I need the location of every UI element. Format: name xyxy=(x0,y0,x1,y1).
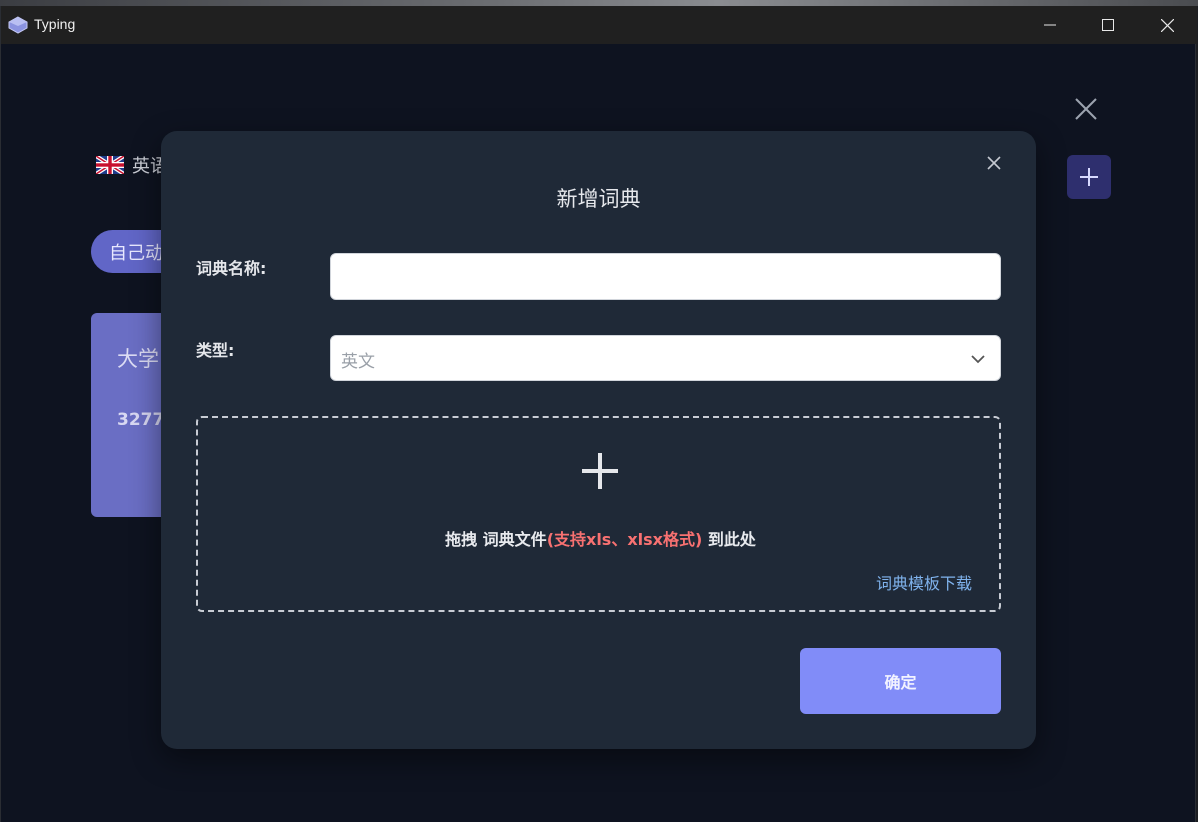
maximize-icon xyxy=(1102,19,1114,31)
drop-format-hint: (支持xls、xlsx格式) xyxy=(546,530,703,549)
add-dictionary-button[interactable] xyxy=(1067,155,1111,199)
upload-plus-icon xyxy=(582,453,618,489)
plus-icon xyxy=(1080,168,1098,186)
dialog-close-icon[interactable] xyxy=(984,153,1004,173)
drop-text-suffix: 到此处 xyxy=(702,530,756,549)
template-download-link[interactable]: 词典模板下载 xyxy=(876,570,972,594)
title-bar: Typing xyxy=(1,6,1197,44)
close-icon xyxy=(1160,18,1174,32)
type-selected-value: 英文 xyxy=(341,352,375,372)
panel-close-icon[interactable] xyxy=(1074,97,1098,121)
app-window: Typing 英语 自己动 大学 3277 新增词典 词典名称: 类型: 英文 … xyxy=(0,6,1197,822)
minimize-button[interactable] xyxy=(1021,6,1079,44)
confirm-button[interactable]: 确定 xyxy=(800,648,1001,714)
chevron-down-icon xyxy=(971,355,985,364)
minimize-icon xyxy=(1044,24,1056,26)
dictionary-name-label: 词典名称: xyxy=(196,259,267,278)
tab-label: 自己动 xyxy=(109,243,163,264)
window-title: Typing xyxy=(34,16,76,32)
add-dictionary-dialog: 新增词典 词典名称: 类型: 英文 拖拽 词典文件(支持xls、xlsx格式) … xyxy=(161,131,1036,749)
language-selector[interactable]: 英语 xyxy=(96,152,168,178)
dialog-title: 新增词典 xyxy=(556,187,641,211)
uk-flag-icon xyxy=(96,156,124,174)
dictionary-name-input[interactable] xyxy=(330,253,1001,300)
drop-text-prefix: 拖拽 词典文件 xyxy=(445,530,547,549)
drop-instruction: 拖拽 词典文件(支持xls、xlsx格式) 到此处 xyxy=(198,526,1003,550)
dictionary-card-title: 大学 xyxy=(117,347,159,371)
type-select[interactable]: 英文 xyxy=(330,335,1001,381)
maximize-button[interactable] xyxy=(1079,6,1137,44)
window-close-button[interactable] xyxy=(1138,6,1196,44)
file-drop-zone[interactable]: 拖拽 词典文件(支持xls、xlsx格式) 到此处 词典模板下载 xyxy=(196,416,1001,612)
dictionary-card-count: 3277 xyxy=(117,410,165,430)
type-label: 类型: xyxy=(196,341,235,360)
typing-app-icon xyxy=(8,16,28,34)
